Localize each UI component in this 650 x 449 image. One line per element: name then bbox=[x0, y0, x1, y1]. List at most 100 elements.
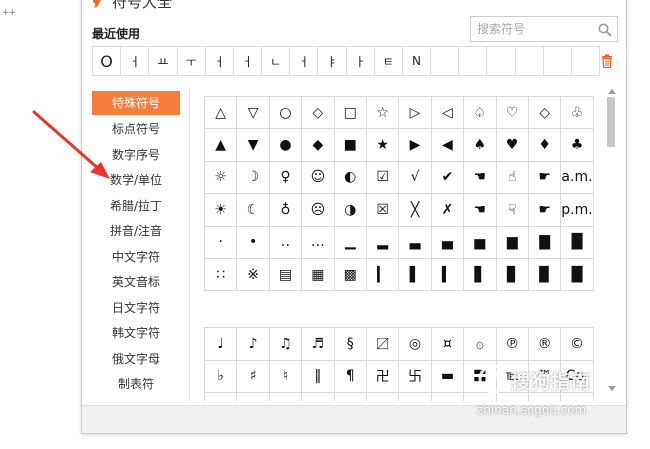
symbol-cell[interactable]: ╳ bbox=[399, 194, 432, 227]
symbol-cell[interactable]: ○ bbox=[269, 97, 303, 130]
symbol-cell[interactable] bbox=[367, 393, 400, 401]
symbol-cell[interactable]: ▉ bbox=[528, 258, 562, 292]
symbol-cell[interactable]: ✗ bbox=[431, 194, 465, 227]
symbol-cell[interactable]: ☛ bbox=[528, 161, 562, 195]
symbol-cell[interactable]: ▤ bbox=[269, 258, 303, 292]
symbol-cell[interactable]: ◇ bbox=[302, 97, 335, 130]
symbol-cell[interactable]: ♦ bbox=[528, 129, 562, 162]
symbol-cell[interactable]: ◑ bbox=[334, 194, 367, 227]
symbol-cell[interactable]: ▂ bbox=[366, 226, 400, 259]
recent-symbol-cell[interactable]: ㅓ bbox=[290, 47, 319, 75]
symbol-cell[interactable]: ♤ bbox=[464, 97, 497, 130]
symbol-cell[interactable]: ☺ bbox=[302, 161, 335, 195]
symbol-cell[interactable]: • bbox=[237, 226, 270, 259]
symbol-cell[interactable]: ¶ bbox=[334, 360, 367, 394]
symbol-cell[interactable] bbox=[335, 393, 367, 401]
symbol-cell[interactable]: ‖ bbox=[302, 360, 335, 394]
symbol-cell[interactable]: ♁ bbox=[269, 194, 303, 227]
symbol-cell[interactable]: ■ bbox=[334, 129, 367, 162]
symbol-cell[interactable]: ▦ bbox=[302, 258, 335, 292]
symbol-cell[interactable] bbox=[302, 393, 335, 401]
sidebar-category-item[interactable]: 制表符 bbox=[92, 372, 180, 398]
symbol-cell[interactable]: ☚ bbox=[464, 194, 497, 227]
symbol-cell[interactable]: ☹ bbox=[302, 194, 335, 227]
symbol-cell[interactable]: ▇ bbox=[528, 226, 562, 259]
symbol-cell[interactable]: ☚ bbox=[464, 161, 497, 195]
recent-symbol-cell[interactable]: ㄴ bbox=[262, 47, 291, 75]
trash-icon[interactable] bbox=[601, 53, 613, 69]
sidebar-category-item[interactable]: 俄文字母 bbox=[92, 347, 180, 373]
sidebar-category-item[interactable]: 韩文字符 bbox=[92, 321, 180, 347]
scroll-thumb[interactable] bbox=[607, 97, 615, 147]
symbol-cell[interactable]: ▩ bbox=[334, 258, 367, 292]
symbol-cell[interactable]: ♯ bbox=[237, 360, 270, 394]
symbol-cell[interactable]: □ bbox=[334, 97, 367, 130]
symbol-cell[interactable]: ☛ bbox=[528, 194, 562, 227]
symbol-cell[interactable]: ☟ bbox=[496, 194, 529, 227]
symbol-cell[interactable]: ▷ bbox=[399, 97, 432, 130]
recent-symbol-cell[interactable]: ㅓ bbox=[206, 47, 234, 75]
symbol-cell[interactable]: p.m. bbox=[561, 194, 594, 227]
symbol-cell[interactable]: ☑ bbox=[366, 161, 400, 195]
symbol-cell[interactable]: ☼ bbox=[205, 161, 238, 195]
symbol-cell[interactable]: § bbox=[334, 328, 367, 361]
symbol-cell[interactable] bbox=[205, 393, 238, 401]
symbol-cell[interactable]: ※ bbox=[237, 258, 270, 292]
symbol-cell[interactable]: ▋ bbox=[464, 258, 497, 292]
symbol-cell[interactable]: ♧ bbox=[561, 97, 594, 130]
symbol-cell[interactable]: ☀ bbox=[205, 194, 238, 227]
symbol-cell[interactable]: ▊ bbox=[496, 258, 529, 292]
symbol-cell[interactable]: 卐 bbox=[399, 360, 432, 394]
sidebar-category-item[interactable]: 中文字符 bbox=[92, 245, 180, 271]
symbol-cell[interactable]: ◆ bbox=[302, 129, 335, 162]
recent-symbol-cell[interactable]: ㅏ bbox=[347, 47, 375, 75]
symbol-cell[interactable]: ▎ bbox=[366, 258, 400, 292]
symbol-cell[interactable]: · bbox=[205, 226, 238, 259]
symbol-cell[interactable]: ¤ bbox=[431, 328, 465, 361]
symbol-cell[interactable]: √ bbox=[399, 161, 432, 195]
symbol-cell[interactable]: ∷ bbox=[205, 258, 238, 292]
recent-symbol-cell[interactable]: ㅓ bbox=[234, 47, 263, 75]
symbol-cell[interactable]: ▁ bbox=[334, 226, 367, 259]
symbol-cell[interactable]: ◁ bbox=[431, 97, 465, 130]
recent-symbol-cell[interactable] bbox=[431, 47, 460, 75]
symbol-cell[interactable]: ☾ bbox=[237, 194, 270, 227]
symbol-cell[interactable]: ▅ bbox=[464, 226, 497, 259]
symbol-cell[interactable]: █ bbox=[561, 226, 594, 259]
symbol-cell[interactable]: ▆ bbox=[496, 226, 529, 259]
symbol-cell[interactable]: ▼ bbox=[237, 129, 270, 162]
symbol-cell[interactable]: 〼 bbox=[366, 328, 400, 361]
recent-symbol-cell[interactable]: ㅑ bbox=[318, 47, 347, 75]
symbol-cell[interactable]: ▃ bbox=[399, 226, 432, 259]
recent-symbol-cell[interactable] bbox=[516, 47, 544, 75]
symbol-cell[interactable]: ♫ bbox=[269, 328, 303, 361]
symbol-cell[interactable]: a.m. bbox=[561, 161, 594, 195]
recent-symbol-cell[interactable]: ㅛ bbox=[149, 47, 178, 75]
symbol-cell[interactable]: ♮ bbox=[269, 360, 303, 394]
symbol-cell[interactable]: ◎ bbox=[399, 328, 432, 361]
recent-symbol-cell[interactable] bbox=[459, 47, 488, 75]
symbol-cell[interactable]: ♪ bbox=[237, 328, 270, 361]
symbol-cell[interactable] bbox=[270, 393, 303, 401]
symbol-cell[interactable]: ◇ bbox=[528, 97, 562, 130]
recent-symbol-cell[interactable]: ㅜ bbox=[178, 47, 206, 75]
symbol-cell[interactable]: █ bbox=[561, 258, 594, 292]
symbol-cell[interactable]: ♬ bbox=[302, 328, 335, 361]
symbol-cell[interactable]: ♡ bbox=[496, 97, 529, 130]
recent-symbol-cell[interactable]: O bbox=[93, 47, 122, 75]
symbol-cell[interactable]: ▌ bbox=[399, 258, 432, 292]
symbol-cell[interactable] bbox=[237, 393, 270, 401]
symbol-cell[interactable] bbox=[432, 393, 465, 401]
symbol-cell[interactable]: ▽ bbox=[237, 97, 270, 130]
recent-symbol-cell[interactable] bbox=[544, 47, 572, 75]
symbol-cell[interactable]: ▬ bbox=[431, 360, 465, 394]
symbol-cell[interactable]: ♣ bbox=[561, 129, 594, 162]
symbol-cell[interactable]: ♭ bbox=[205, 360, 238, 394]
symbol-cell[interactable]: ☝ bbox=[496, 161, 529, 195]
symbol-cell[interactable]: ‥ bbox=[269, 226, 303, 259]
sidebar-category-item[interactable]: 希腊/拉丁 bbox=[92, 194, 180, 220]
symbol-cell[interactable]: △ bbox=[205, 97, 238, 130]
symbol-cell[interactable]: ▶ bbox=[399, 129, 432, 162]
symbol-cell[interactable]: ◐ bbox=[334, 161, 367, 195]
recent-symbol-cell[interactable]: ㅌ bbox=[375, 47, 403, 75]
